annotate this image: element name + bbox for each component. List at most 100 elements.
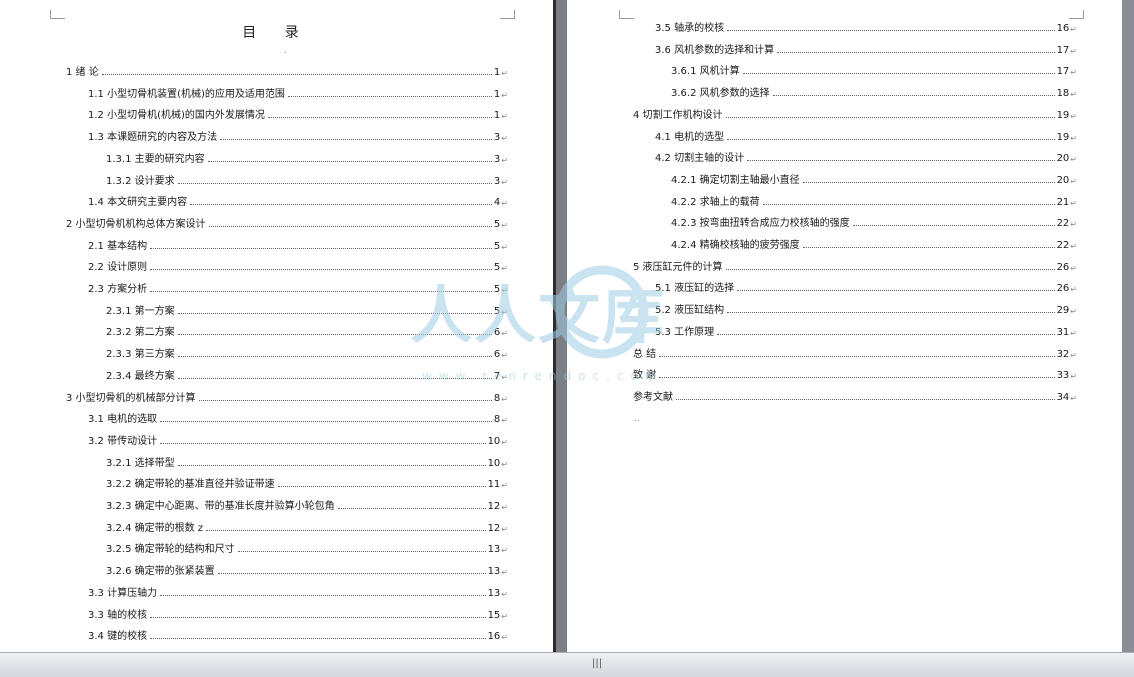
toc-entry-title: 1.2 小型切骨机(机械)的国内外发展情况 xyxy=(88,110,265,122)
toc-entry[interactable]: 2.3.1 第一方案 5 ↵ xyxy=(106,297,508,317)
document-page-left[interactable]: 目 录 . 1 绪 论 1 ↵ 1.1 小型切骨机装置(机械)的应用及适用范围 1 ↵ 1.… xyxy=(0,0,553,652)
toc-entry[interactable]: 5.1 液压缸的选择 26 ↵ xyxy=(655,274,1077,294)
toc-entry-page: 7 xyxy=(493,370,501,382)
toc-entry[interactable]: 总 结 32 ↵ xyxy=(633,340,1077,360)
toc-leader-dots xyxy=(190,204,492,206)
toc-entry-title: 4 切割工作机构设计 xyxy=(633,109,723,121)
toc-entry[interactable]: 参考文献 34 ↵ xyxy=(633,383,1077,403)
paragraph-mark-icon: ↵ xyxy=(501,503,508,512)
toc-entry[interactable]: 3.2.5 确定带轮的结构和尺寸 13 ↵ xyxy=(106,535,508,555)
toc-entry-page: 33 xyxy=(1056,370,1070,382)
toc-entry[interactable]: 3.3 计算压轴力 13 ↵ xyxy=(88,579,508,599)
toc-entry-page: 20 xyxy=(1056,174,1070,186)
toc-entry[interactable]: 2.3.2 第二方案 6 ↵ xyxy=(106,318,508,338)
toc-entry[interactable]: 1.2 小型切骨机(机械)的国内外发展情况 1 ↵ xyxy=(88,101,508,121)
paragraph-mark-icon: ↵ xyxy=(1070,155,1077,165)
toc-entry[interactable]: 1.3.2 设计要求 3 ↵ xyxy=(106,167,508,187)
toc-entry[interactable]: 1.4 本文研究主要内容 4 ↵ xyxy=(88,188,508,208)
toc-leader-dots xyxy=(160,421,492,423)
splitter-grip-icon[interactable]: ||| xyxy=(592,658,602,669)
toc-entry[interactable]: 3.3 轴的校核 15 ↵ xyxy=(88,601,508,621)
crop-mark-top-right xyxy=(500,10,515,19)
toc-entry[interactable]: 4.2.4 精确校核轴的疲劳强度 22 ↵ xyxy=(671,231,1077,251)
toc-entry[interactable]: 3.2.6 确定带的张紧装置 13 ↵ xyxy=(106,557,508,577)
toc-entry[interactable]: 4 切割工作机构设计 19 ↵ xyxy=(633,101,1077,121)
toc-leader-dots xyxy=(206,529,486,531)
toc-entry-page: 3 xyxy=(493,175,501,187)
paragraph-mark-icon: ↵ xyxy=(501,351,508,361)
toc-entry[interactable]: 4.2.3 按弯曲扭转合成应力校核轴的强度 22 ↵ xyxy=(671,209,1077,229)
toc-entry-title: 致 谢 xyxy=(633,370,657,382)
toc-entry[interactable]: 1 绪 论 1 ↵ xyxy=(66,58,508,78)
toc-entry[interactable]: 3.6.2 风机参数的选择 18 ↵ xyxy=(671,79,1077,99)
toc-entry[interactable]: 5 液压缸元件的计算 26 ↵ xyxy=(633,253,1077,273)
paragraph-mark-icon: ↵ xyxy=(1070,68,1077,78)
toc-entry[interactable]: 4.1 电机的选型 19 ↵ xyxy=(655,123,1077,143)
toc-entry-page: 5 xyxy=(493,305,501,317)
toc-entry-page: 26 xyxy=(1056,261,1070,273)
toc-entry-page: 12 xyxy=(487,501,501,512)
toc-entry[interactable]: 2.1 基本结构 5 ↵ xyxy=(88,232,508,252)
toc-entry[interactable]: 3.1 电机的选取 8 ↵ xyxy=(88,405,508,425)
toc-entry[interactable]: 1.1 小型切骨机装置(机械)的应用及适用范围 1 ↵ xyxy=(88,80,508,100)
toc-entry[interactable]: 4.2.2 求轴上的载荷 21 ↵ xyxy=(671,188,1077,208)
toc-entry-title: 5 液压缸元件的计算 xyxy=(633,261,723,273)
toc-entry-title: 2.2 设计原则 xyxy=(88,262,148,274)
toc-entry-title: 3.3 计算压轴力 xyxy=(88,587,158,599)
paragraph-mark-icon: ↵ xyxy=(1070,133,1077,143)
toc-entry-page: 5 xyxy=(493,218,501,230)
toc-entry-title: 3 小型切骨机的机械部分计算 xyxy=(66,392,196,404)
toc-leader-dots xyxy=(101,74,492,75)
paragraph-mark-icon: ↵ xyxy=(501,568,508,578)
toc-entry-page: 21 xyxy=(1056,196,1070,208)
paragraph-mark-icon: ↵ xyxy=(501,69,508,78)
toc-leader-dots xyxy=(150,291,492,292)
toc-entry-page: 16 xyxy=(1056,23,1070,34)
toc-entry-title: 2.3.3 第三方案 xyxy=(106,349,175,361)
toc-leader-dots xyxy=(198,399,492,401)
toc-entry[interactable]: 致 谢 33 ↵ xyxy=(633,361,1077,381)
toc-entry-title: 3.2 带传动设计 xyxy=(88,435,158,447)
toc-entry[interactable]: 4.2 切割主轴的设计 20 ↵ xyxy=(655,144,1077,164)
toc-entry-title: 3.4 键的校核 xyxy=(88,631,148,643)
toc-entry[interactable]: 1.3.1 主要的研究内容 3 ↵ xyxy=(106,145,508,165)
toc-entry[interactable]: 3 小型切骨机的机械部分计算 8 ↵ xyxy=(66,384,508,404)
document-page-right[interactable]: 3.5 轴承的校核 16 ↵ 3.6 风机参数的选择和计算 17 ↵ 3.6.1 风机计算 1… xyxy=(567,0,1122,652)
toc-entry-page: 3 xyxy=(493,153,501,165)
toc-entry[interactable]: 5.3 工作原理 31 ↵ xyxy=(655,318,1077,338)
toc-entry[interactable]: 2.2 设计原则 5 ↵ xyxy=(88,253,508,273)
toc-entry[interactable]: 4.2.1 确定切割主轴最小直径 20 ↵ xyxy=(671,166,1077,186)
toc-entry[interactable]: 1.3 本课题研究的内容及方法 3 ↵ xyxy=(88,123,508,143)
crop-mark-top-left xyxy=(50,10,65,19)
toc-entry-title: 4.2.1 确定切割主轴最小直径 xyxy=(671,174,800,186)
paragraph-mark-icon: ↵ xyxy=(501,242,508,252)
paragraph-mark-icon: ↵ xyxy=(501,112,508,122)
toc-entry[interactable]: 3.6.1 风机计算 17 ↵ xyxy=(671,57,1077,77)
toc-entry[interactable]: 2.3.3 第三方案 6 ↵ xyxy=(106,340,508,360)
toc-entry-page: 6 xyxy=(493,349,501,361)
toc-entry[interactable]: 3.2.2 确定带轮的基准直径并验证带速 11 ↵ xyxy=(106,470,508,490)
toc-entry-title: 2.3.1 第一方案 xyxy=(106,305,175,317)
toc-entry-title: 1.3.1 主要的研究内容 xyxy=(106,153,205,165)
toc-entry[interactable]: 3.4 键的校核 16 ↵ xyxy=(88,622,508,642)
paragraph-mark-icon: ↵ xyxy=(501,329,508,339)
toc-entry-title: 4.2.3 按弯曲扭转合成应力校核轴的强度 xyxy=(671,218,850,230)
paragraph-mark-icon: ↵ xyxy=(501,459,508,469)
toc-entry-page: 8 xyxy=(493,392,501,404)
toc-entry[interactable]: 3.2 带传动设计 10 ↵ xyxy=(88,427,508,447)
toc-entry-title: 2.3.4 最终方案 xyxy=(106,370,175,382)
toc-entry[interactable]: 3.2.1 选择带型 10 ↵ xyxy=(106,449,508,469)
page-edge-shadow xyxy=(1122,0,1134,652)
toc-entry[interactable]: 2 小型切骨机机构总体方案设计 5 ↵ xyxy=(66,210,508,230)
paragraph-mark-icon: ↵ xyxy=(501,394,508,404)
toc-entry[interactable]: 3.6 风机参数的选择和计算 17 ↵ xyxy=(655,36,1077,56)
toc-entry[interactable]: 5.2 液压缸结构 29 ↵ xyxy=(655,296,1077,316)
toc-entry[interactable]: 2.3.4 最终方案 7 ↵ xyxy=(106,362,508,382)
paragraph-mark-icon: ↵ xyxy=(1070,328,1077,338)
toc-entry[interactable]: 3.2.3 确定中心距离、带的基准长度并验算小轮包角 12 ↵ xyxy=(106,492,508,512)
toc-entry[interactable]: 3.5 轴承的校核 16 ↵ xyxy=(655,14,1077,34)
toc-entry-page: 18 xyxy=(1056,88,1070,100)
toc-entry[interactable]: 3.2.4 确定带的根数 z 12 ↵ xyxy=(106,514,508,534)
toc-entry-title: 1.3.2 设计要求 xyxy=(106,175,175,187)
toc-entry[interactable]: 2.3 方案分析 5 ↵ xyxy=(88,275,508,295)
